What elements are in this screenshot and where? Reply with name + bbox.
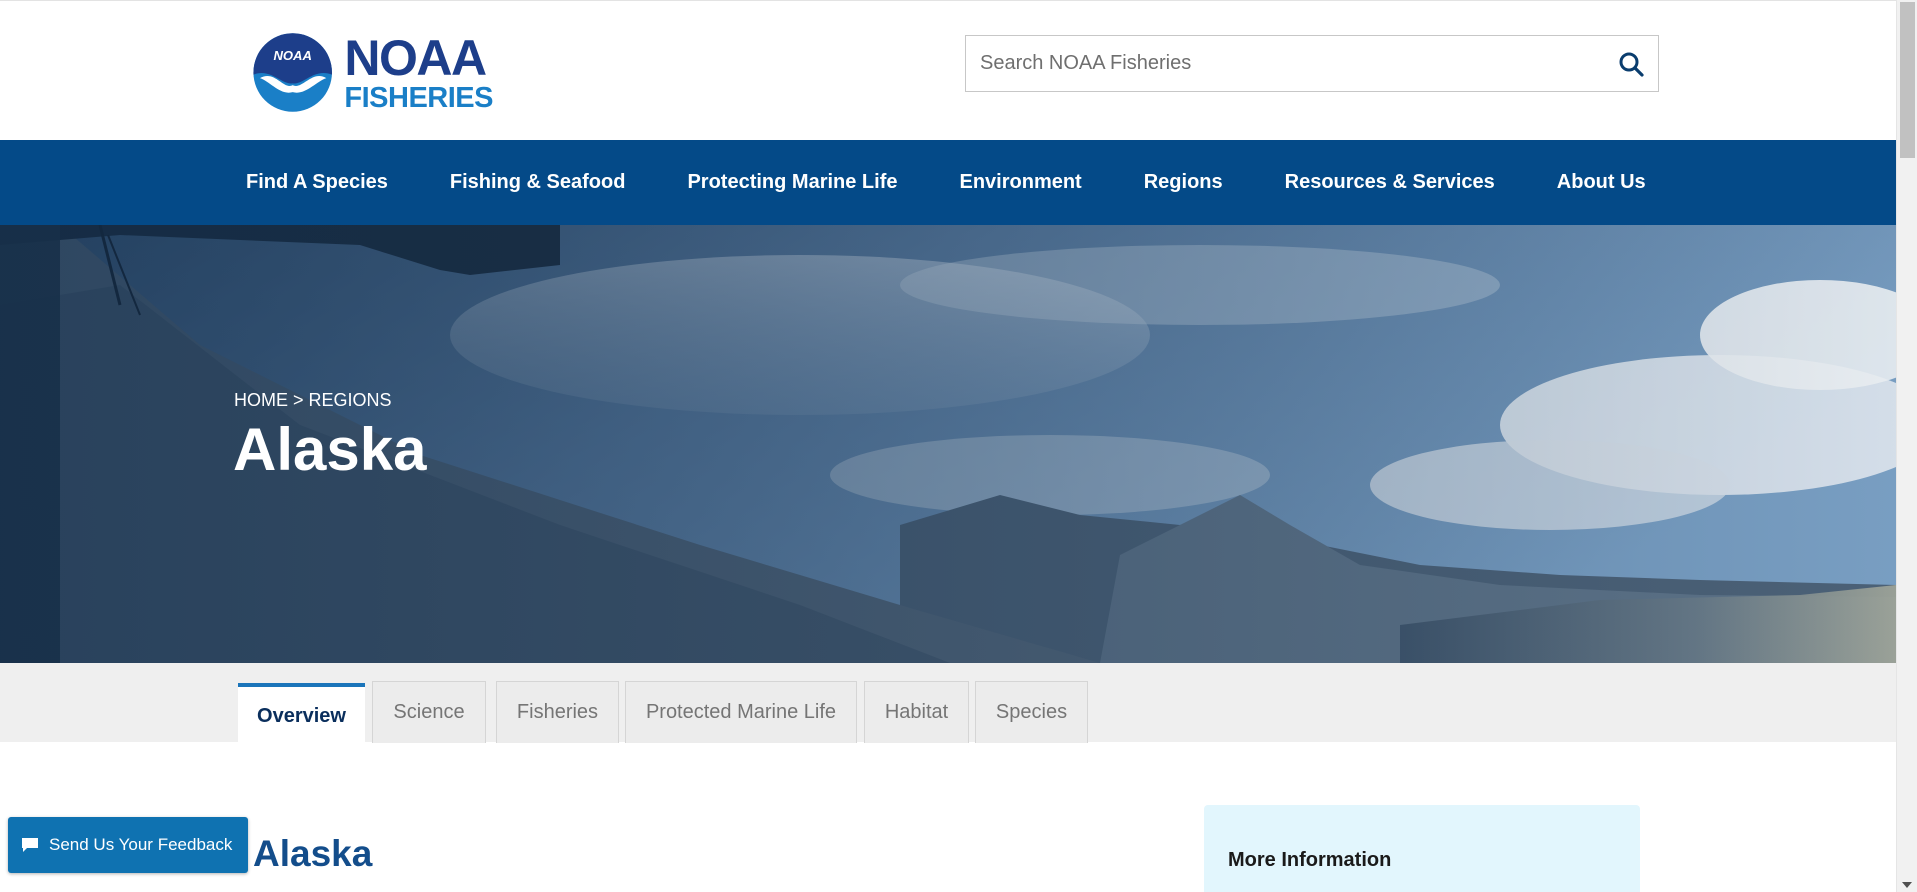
tab-fisheries[interactable]: Fisheries <box>496 681 619 743</box>
scrollbar-thumb[interactable] <box>1900 2 1915 158</box>
feedback-button[interactable]: Send Us Your Feedback <box>8 817 248 873</box>
noaa-fisheries-logo[interactable]: NOAA NOAA FISHERIES <box>253 26 493 119</box>
tab-protected-marine-life[interactable]: Protected Marine Life <box>625 681 857 743</box>
tab-overview[interactable]: Overview <box>238 683 365 745</box>
logo-line-noaa: NOAA <box>344 29 487 86</box>
main-nav: Find A Species Fishing & Seafood Protect… <box>0 140 1896 225</box>
page-title: Alaska <box>233 416 427 483</box>
breadcrumb: HOME > REGIONS <box>234 390 392 411</box>
noaa-emblem-icon: NOAA <box>253 33 332 112</box>
page-scrollbar[interactable] <box>1896 0 1917 892</box>
emblem-label: NOAA <box>273 48 312 63</box>
nav-item-protecting-marine-life[interactable]: Protecting Marine Life <box>687 171 897 194</box>
search-input[interactable] <box>966 36 1604 91</box>
nav-item-regions[interactable]: Regions <box>1144 171 1223 194</box>
more-information-title: More Information <box>1228 849 1392 871</box>
nav-item-about-us[interactable]: About Us <box>1557 171 1646 194</box>
tab-species[interactable]: Species <box>975 681 1088 743</box>
breadcrumb-regions-link[interactable]: REGIONS <box>309 390 392 410</box>
tab-science[interactable]: Science <box>372 681 486 743</box>
search-icon <box>1619 52 1644 77</box>
nav-item-fishing-seafood[interactable]: Fishing & Seafood <box>450 171 626 194</box>
search-box <box>965 35 1659 92</box>
hero-banner: HOME > REGIONS Alaska <box>0 225 1896 663</box>
tab-habitat[interactable]: Habitat <box>864 681 969 743</box>
more-information-panel: More Information <box>1204 805 1640 892</box>
site-header: NOAA NOAA FISHERIES <box>0 0 1896 140</box>
feedback-label: Send Us Your Feedback <box>49 835 233 854</box>
nav-item-find-a-species[interactable]: Find A Species <box>246 171 388 194</box>
search-button[interactable] <box>1604 36 1658 91</box>
breadcrumb-home-link[interactable]: HOME <box>234 390 288 410</box>
logo-line-fisheries: FISHERIES <box>344 81 493 114</box>
nav-item-resources-services[interactable]: Resources & Services <box>1285 171 1495 194</box>
region-tabs: Overview Science Fisheries Protected Mar… <box>0 663 1896 745</box>
breadcrumb-separator: > <box>293 390 304 410</box>
nav-item-environment[interactable]: Environment <box>959 171 1081 194</box>
section-heading: Alaska <box>253 833 373 874</box>
scroll-down-arrow-icon[interactable] <box>1902 882 1912 888</box>
logo-wordmark: NOAA FISHERIES <box>344 33 493 113</box>
chat-bubble-icon <box>22 838 38 852</box>
